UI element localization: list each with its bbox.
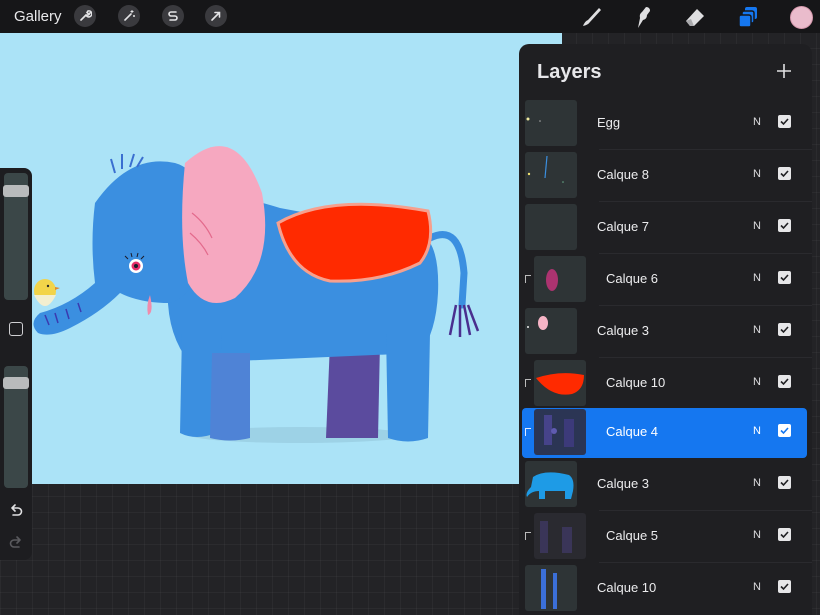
layer-name: Calque 7	[597, 219, 650, 234]
brush-size-thumb[interactable]	[3, 185, 29, 197]
layer-name: Calque 6	[606, 271, 659, 286]
layer-row[interactable]: Calque 10 N	[522, 359, 807, 409]
layer-row[interactable]: Egg N	[522, 99, 807, 149]
layer-name: Calque 3	[597, 476, 650, 491]
clipping-mask-icon	[525, 275, 531, 283]
layer-row[interactable]: Calque 6 N	[522, 255, 807, 305]
layer-name: Calque 8	[597, 167, 650, 182]
layer-row[interactable]: Calque 7 N	[522, 203, 807, 253]
brush-size-slider[interactable]	[3, 173, 29, 300]
layer-name: Calque 4	[606, 424, 659, 439]
layer-row[interactable]: Calque 5 N	[522, 512, 807, 562]
opacity-slider[interactable]	[3, 366, 29, 488]
blend-mode[interactable]: N	[753, 477, 761, 489]
visibility-checkbox[interactable]	[778, 271, 791, 284]
opacity-thumb[interactable]	[3, 377, 29, 389]
layer-thumbnail	[525, 152, 577, 198]
layer-row-selected[interactable]: Calque 4 N	[522, 408, 807, 458]
layer-row[interactable]: Calque 8 N	[522, 151, 807, 201]
clipping-mask-icon	[525, 379, 531, 387]
drawing-canvas[interactable]	[0, 33, 562, 484]
blend-mode[interactable]: N	[753, 168, 761, 180]
layers-icon[interactable]	[735, 4, 761, 30]
selection-s-icon[interactable]	[162, 5, 184, 27]
layers-panel: Layers Egg N Calque 8 N Calque 7 N Calqu…	[519, 44, 812, 615]
blend-mode[interactable]: N	[753, 116, 761, 128]
layer-row[interactable]: Calque 3 N	[522, 460, 807, 510]
layers-title: Layers	[537, 61, 602, 83]
visibility-checkbox[interactable]	[778, 167, 791, 180]
layer-thumbnail	[534, 409, 586, 455]
layer-row[interactable]: Calque 10 N	[522, 564, 807, 614]
clipping-mask-icon	[525, 428, 531, 436]
layer-row[interactable]: Calque 3 N	[522, 307, 807, 357]
visibility-checkbox[interactable]	[778, 476, 791, 489]
gallery-button[interactable]: Gallery	[14, 8, 62, 25]
wrench-icon[interactable]	[74, 5, 96, 27]
layer-thumbnail	[525, 204, 577, 250]
visibility-checkbox[interactable]	[778, 580, 791, 593]
visibility-checkbox[interactable]	[778, 323, 791, 336]
visibility-checkbox[interactable]	[778, 115, 791, 128]
layer-name: Calque 10	[606, 375, 666, 390]
layer-name: Calque 3	[597, 323, 650, 338]
visibility-checkbox[interactable]	[778, 424, 791, 437]
visibility-checkbox[interactable]	[778, 219, 791, 232]
blend-mode[interactable]: N	[753, 324, 761, 336]
plus-icon[interactable]	[775, 62, 793, 80]
elephant-illustration	[33, 146, 480, 443]
blend-mode[interactable]: N	[753, 272, 761, 284]
visibility-checkbox[interactable]	[778, 528, 791, 541]
color-swatch[interactable]	[790, 6, 813, 29]
undo-icon[interactable]	[8, 502, 24, 516]
layer-name: Calque 5	[606, 528, 659, 543]
blend-mode[interactable]: N	[753, 581, 761, 593]
visibility-checkbox[interactable]	[778, 375, 791, 388]
left-sidebar	[0, 168, 32, 560]
layer-thumbnail	[534, 513, 586, 559]
blend-mode[interactable]: N	[753, 220, 761, 232]
blend-mode[interactable]: N	[753, 376, 761, 388]
transform-arrow-icon[interactable]	[205, 5, 227, 27]
magic-wand-icon[interactable]	[118, 5, 140, 27]
layer-thumbnail	[534, 360, 586, 406]
blend-mode[interactable]: N	[753, 529, 761, 541]
layer-name: Calque 10	[597, 580, 657, 595]
layer-thumbnail	[525, 461, 577, 507]
modify-button[interactable]	[9, 322, 23, 336]
brush-icon[interactable]	[578, 4, 604, 30]
layer-thumbnail	[525, 565, 577, 611]
redo-icon[interactable]	[8, 534, 24, 548]
layer-thumbnail	[534, 256, 586, 302]
eraser-icon[interactable]	[682, 4, 708, 30]
layer-thumbnail	[525, 308, 577, 354]
top-toolbar: Gallery	[0, 0, 820, 33]
layer-name: Egg	[597, 115, 621, 130]
blend-mode[interactable]: N	[753, 425, 761, 437]
smudge-icon[interactable]	[630, 4, 656, 30]
clipping-mask-icon	[525, 532, 531, 540]
layer-thumbnail	[525, 100, 577, 146]
